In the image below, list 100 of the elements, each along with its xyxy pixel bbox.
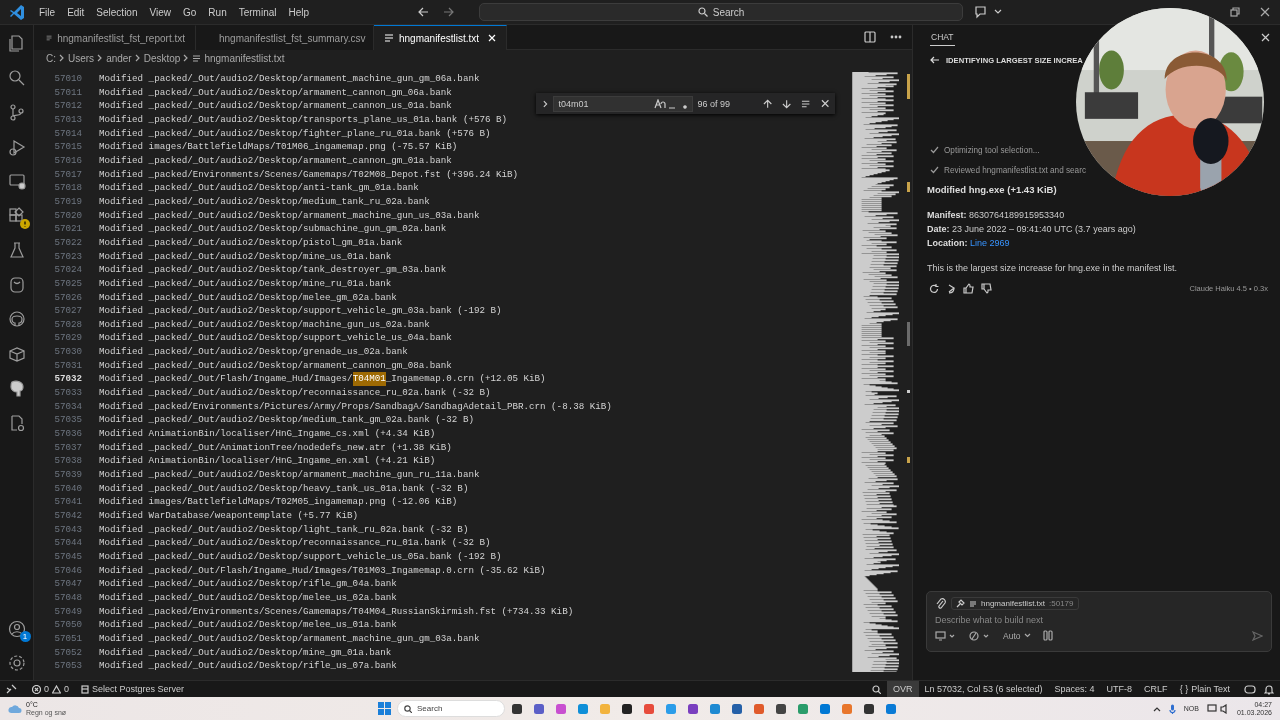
bell-icon[interactable] [1264,683,1274,695]
editor-tab[interactable]: hngmanifestlist_fst_report.txt [34,25,196,50]
menu-item[interactable]: File [33,6,62,18]
line-number: 57020 [53,208,83,223]
status-item[interactable]: OVR [887,681,919,697]
line-number: 57013 [53,112,83,127]
problems-indicator[interactable]: 0 0 [26,681,76,697]
breadcrumb-item[interactable]: ander [106,52,132,64]
line-number: 57050 [53,618,83,632]
app-icon[interactable] [775,702,787,715]
breadcrumb-item[interactable]: hngmanifestlist.txt [204,52,285,64]
microphone-icon[interactable] [1168,703,1176,714]
app-icon[interactable] [621,702,633,715]
next-match-icon[interactable] [782,98,792,109]
match-count: 96 of 99 [697,98,731,109]
account-icon[interactable] [7,619,26,638]
forward-arrow-icon[interactable] [443,6,456,18]
search-icon[interactable] [7,68,26,87]
chat-sparkle-icon[interactable] [973,4,1004,20]
status-item[interactable]: Ln 57032, Col 53 (6 selected) [918,681,1049,697]
remote-icon[interactable] [6,684,18,694]
pin-icon [956,599,965,608]
search-field[interactable]: Search [479,3,964,21]
breadcrumb-item[interactable]: Desktop [143,52,181,64]
context-file-chip[interactable]: hngmanifestlist.txt :50179 [951,597,1079,610]
chevron-up-icon[interactable] [1152,705,1161,712]
breadcrumb-item[interactable]: Users [68,52,95,64]
paperclip-icon[interactable] [935,597,947,610]
app-logo-icon[interactable] [9,4,25,20]
back-arrow-icon[interactable] [417,6,430,18]
chat-input-field[interactable]: Describe what to build next [935,615,1235,625]
language-mode[interactable]: { } Plain Text [1173,681,1236,697]
flask-icon[interactable] [7,241,26,259]
app-icon[interactable] [863,702,875,715]
settings-icon[interactable] [7,654,26,672]
code-text: Modified _packed/_Out/audio2/Desktop/armament_cannon_gm_06a.bank [99,85,452,100]
send-icon[interactable] [1252,630,1263,641]
cloud-icon [8,703,22,714]
match-case-icon[interactable] [654,98,677,109]
code-text: Modified _packed/_Out/audio2/Desktop/armament_machine_gun_us_03a.bank [99,208,480,223]
expand-chevron-icon[interactable] [542,98,550,109]
code-text: Modified _packed/_Out/audio2/Desktop/tank_destroyer_gm_03a.bank [99,263,447,277]
line-number: 57049 [53,604,83,619]
code-text: Modified _packed/_Out/audio2/Desktop/armament_cannon_gm_01a.bank [99,153,452,168]
close-icon[interactable] [1261,33,1270,42]
code-text: Modified _packed/_Out/audio2/Desktop/melee_us_02a.bank [99,590,397,605]
minimap-drawing[interactable] [849,72,899,672]
source-control-icon[interactable] [7,103,26,121]
find-in-selection-icon[interactable] [801,98,811,109]
panel-tab[interactable]: CHAT [930,29,955,46]
menu-item[interactable]: Go [177,6,203,18]
tools-dropdown-icon[interactable] [969,630,991,641]
line-number: 57017 [53,167,83,182]
editor-tab[interactable]: hngmanifestlist_fst_summary.csv [196,25,374,50]
code-text: Modified _packed/_Out/audio2/Desktop/rifle_us_07a.bank [99,659,397,672]
line-number: 57029 [53,331,83,346]
zoom-icon[interactable] [872,684,881,694]
extensions-icon[interactable] [7,206,26,225]
status-item[interactable]: UTF-8 [1100,681,1139,697]
box-icon[interactable] [7,344,26,363]
menu-item[interactable]: Terminal [232,6,283,18]
restore-icon[interactable] [1230,7,1240,17]
monitor-dropdown-icon[interactable] [935,630,957,641]
split-editor-icon[interactable] [864,31,876,43]
find-field[interactable]: t04m01 [553,95,694,112]
remote-explorer-icon[interactable] [7,172,26,190]
status-item[interactable]: CRLF [1138,681,1174,697]
menu-item[interactable]: Help [282,6,316,18]
line-number: 57040 [53,481,83,496]
line-number: 57030 [53,345,83,359]
code-text: Modified _packed/_Out/audio2/Desktop/support_vehicle_us_05a.bank (-192 B) [99,549,502,564]
mode-dropdown[interactable]: Auto [1003,630,1031,641]
code-text: Modified _packed/_Out/AnimationTree/nodedefs_new.atr (+1.38 KiB) [99,440,452,455]
retry-icon[interactable] [929,283,939,294]
previous-match-icon[interactable] [762,98,773,109]
thumbs-up-icon[interactable] [963,283,974,294]
back-arrow-icon[interactable] [930,55,940,65]
explorer-icon[interactable] [7,34,26,52]
taskbar-search-field[interactable]: Search [397,700,505,717]
search-icon [404,704,412,713]
windows-start-icon[interactable] [378,702,391,715]
code-text: Modified _packed/_Out/audio2/Desktop/pistol_gm_01a.bank [99,235,403,250]
status-item[interactable]: Spaces: 4 [1048,681,1101,697]
editor-tab[interactable]: hngmanifestlist.txt [374,25,508,50]
menu-item[interactable]: Run [202,6,233,18]
line-number: 57046 [53,563,83,578]
line-number: 57036 [53,427,83,441]
run-debug-icon[interactable] [7,137,26,156]
network-volume-icon[interactable] [1206,703,1229,714]
menu-item[interactable]: Edit [61,6,91,18]
close-icon[interactable] [1260,7,1270,17]
breadcrumb-item[interactable]: C: [46,52,56,64]
menu-item[interactable]: View [143,6,177,18]
line-link[interactable]: Line 2969 [970,238,1010,248]
line-number: 57011 [53,85,83,100]
postgres-server-selector[interactable]: Select Postgres Server [75,681,191,697]
app-icon[interactable] [511,702,523,715]
close-icon[interactable] [820,99,829,108]
menu-item[interactable]: Selection [90,6,144,18]
thumbs-down-icon[interactable] [981,283,992,294]
